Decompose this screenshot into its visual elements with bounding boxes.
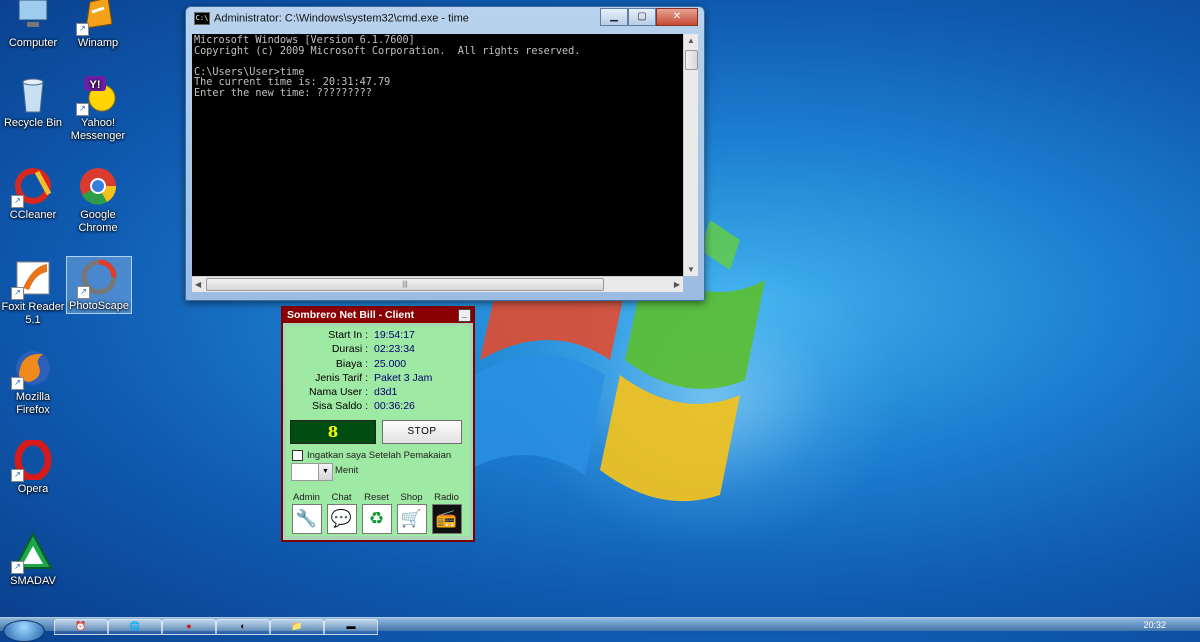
info-row-biaya: Biaya :25.000 <box>335 357 407 370</box>
tool-label: Reset <box>364 492 389 503</box>
horizontal-scrollbar[interactable]: ◀ ||| ▶ <box>192 276 683 292</box>
desktop-icon-google-chrome[interactable]: Google Chrome <box>66 166 130 235</box>
opera-icon: ↗ <box>11 438 53 482</box>
desktop-icon-label: Opera <box>17 483 49 495</box>
scroll-right-arrow-icon[interactable]: ▶ <box>674 280 680 289</box>
tool-label: Admin <box>293 492 320 503</box>
info-row-sisa-saldo: Sisa Saldo :00:36:26 <box>311 400 415 413</box>
tool-label: Shop <box>400 492 423 503</box>
info-row-nama-user: Nama User : d3d1 <box>309 386 398 399</box>
minimize-button[interactable]: ▁ <box>600 8 628 26</box>
scroll-up-arrow-icon[interactable]: ▲ <box>687 36 695 45</box>
smadav-icon: ↗ <box>11 531 53 574</box>
shop-button[interactable]: Shop 🛒 <box>394 492 429 534</box>
console-output[interactable]: Microsoft Windows [Version 6.1.7600] Cop… <box>192 34 683 276</box>
chrome-icon <box>78 166 118 206</box>
scroll-thumb[interactable]: ||| <box>206 278 604 291</box>
maximize-button[interactable]: ▢ <box>628 8 656 26</box>
cmd-window[interactable]: C:\ Administrator: C:\Windows\system32\cm… <box>185 6 705 301</box>
scroll-left-arrow-icon[interactable]: ◀ <box>195 280 201 289</box>
reset-icon[interactable]: ♻ <box>361 504 392 534</box>
cart-icon[interactable]: 🛒 <box>396 504 427 534</box>
taskbar-button-app[interactable]: ◐ <box>216 619 270 635</box>
desktop-icon-opera[interactable]: ↗ Opera <box>1 438 65 496</box>
svg-text:Y!: Y! <box>90 79 101 91</box>
cmd-system-icon[interactable]: C:\ <box>194 12 210 25</box>
desktop-icon-label: Winamp <box>77 37 119 49</box>
close-button[interactable]: ✕ <box>656 8 698 26</box>
desktop-icon-foxit-reader[interactable]: ↗ Foxit Reader 5.1 <box>1 258 65 327</box>
minutes-select[interactable]: ▼ <box>291 463 333 481</box>
info-row-start-in: Start In :19:54:17 <box>328 329 415 341</box>
scroll-down-arrow-icon[interactable]: ▼ <box>687 265 695 274</box>
chat-icon[interactable]: 💬 <box>326 504 357 534</box>
desktop-icon-label: CCleaner <box>9 209 57 221</box>
reset-button[interactable]: Reset ♻ <box>359 492 394 534</box>
taskbar-clock[interactable]: 20:32 <box>1143 620 1166 630</box>
computer-number-display: 8 <box>290 420 376 444</box>
desktop-icon-computer[interactable]: Computer <box>1 0 65 50</box>
desktop-icon-label: PhotoScape <box>69 300 129 312</box>
admin-button[interactable]: Admin 🔧 <box>289 492 324 534</box>
stop-button[interactable]: STOP <box>382 420 462 444</box>
console-text: Microsoft Windows [Version 6.1.7600] Cop… <box>194 35 581 99</box>
window-title-text: Administrator: C:\Windows\system32\cmd.e… <box>214 12 469 25</box>
foxit-reader-icon: ↗ <box>11 258 53 300</box>
photoscape-icon: ↗ <box>77 257 119 299</box>
sombrero-title-bar: Sombrero Net Bill - Client _ <box>283 308 473 323</box>
desktop-icon-recycle-bin[interactable]: Recycle Bin <box>1 74 65 130</box>
desktop-icon-label: SMADAV <box>10 575 56 587</box>
reminder-checkbox[interactable]: Ingatkan saya Setelah Pemakaian <box>292 450 451 461</box>
desktop-icon-label: Mozilla Firefox <box>15 391 51 416</box>
yahoo-messenger-icon: Y! ↗ <box>76 74 118 116</box>
desktop-icon-ccleaner[interactable]: ↗ CCleaner <box>1 166 65 222</box>
taskbar-button-explorer[interactable]: 📁 <box>270 619 324 635</box>
recycle-bin-icon <box>13 74 53 114</box>
firefox-icon: ↗ <box>11 348 53 390</box>
desktop-icon-photoscape[interactable]: ↗ PhotoScape <box>66 256 132 314</box>
winamp-icon: ↗ <box>76 0 118 36</box>
tool-buttons: Admin 🔧 Chat 💬 Reset ♻ Shop 🛒 Radio 📻 <box>289 492 464 534</box>
wrench-icon[interactable]: 🔧 <box>291 504 322 534</box>
taskbar-button-clock-app[interactable]: ⏰ <box>54 619 108 635</box>
radio-icon[interactable]: 📻 <box>431 504 462 534</box>
menit-label: Menit <box>335 465 359 476</box>
window-title: C:\ Administrator: C:\Windows\system32\cm… <box>194 12 469 25</box>
scroll-thumb[interactable] <box>685 50 698 70</box>
desktop-icon-winamp[interactable]: ↗ Winamp <box>66 0 130 50</box>
taskbar-button-ie[interactable]: 🌐 <box>108 619 162 635</box>
desktop-icon-label: Computer <box>8 37 58 49</box>
desktop-icon-yahoo-messenger[interactable]: Y! ↗ Yahoo! Messenger <box>66 74 130 143</box>
taskbar-button-opera[interactable]: ● <box>162 619 216 635</box>
taskbar-button-cmd[interactable]: ▬ <box>324 619 378 635</box>
desktop-icon-label: Yahoo! Messenger <box>70 117 126 142</box>
ccleaner-icon: ↗ <box>11 166 53 208</box>
session-info: Start In :19:54:17 Durasi :02:23:34 Biay… <box>286 328 470 414</box>
tool-label: Radio <box>434 492 459 503</box>
desktop-icon-firefox[interactable]: ↗ Mozilla Firefox <box>1 348 65 417</box>
checkbox-label: Ingatkan saya Setelah Pemakaian <box>307 450 452 462</box>
start-button[interactable] <box>3 620 45 642</box>
desktop-icon-label: Foxit Reader 5.1 <box>1 301 65 326</box>
desktop-icon-label: Recycle Bin <box>3 117 63 129</box>
desktop-icon-smadav[interactable]: ↗ SMADAV <box>1 531 65 588</box>
desktop-icon-label: Google Chrome <box>78 209 118 234</box>
radio-button[interactable]: Radio 📻 <box>429 492 464 534</box>
info-row-jenis-tarif: Jenis Tarif : Paket 3 Jam <box>315 371 433 384</box>
sombrero-client-window[interactable]: Sombrero Net Bill - Client _ Start In :1… <box>281 306 475 542</box>
checkbox-box[interactable] <box>292 450 303 461</box>
computer-icon <box>13 0 53 34</box>
info-row-durasi: Durasi :02:23:34 <box>331 343 415 356</box>
minimize-button[interactable]: _ <box>458 309 471 322</box>
sombrero-title: Sombrero Net Bill - Client <box>287 309 415 321</box>
chevron-down-icon[interactable]: ▼ <box>318 464 332 480</box>
chat-button[interactable]: Chat 💬 <box>324 492 359 534</box>
sombrero-body: Start In :19:54:17 Durasi :02:23:34 Biay… <box>286 326 470 536</box>
tool-label: Chat <box>331 492 352 503</box>
vertical-scrollbar[interactable]: ▲ ▼ <box>683 34 698 276</box>
